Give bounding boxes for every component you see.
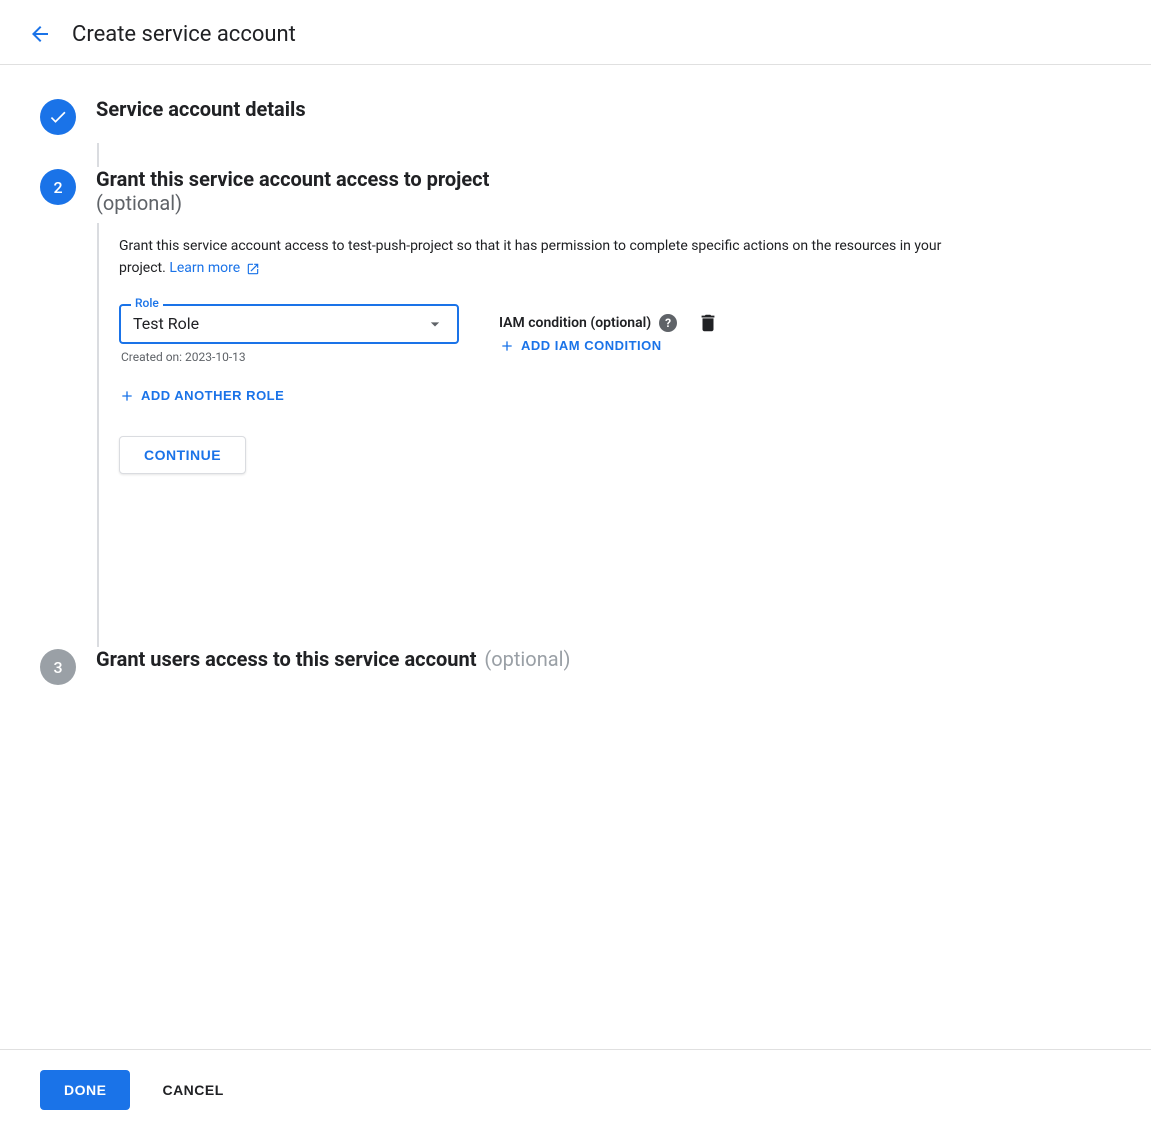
iam-condition-label: IAM condition (optional) bbox=[499, 315, 651, 331]
add-another-role-button[interactable]: ADD ANOTHER ROLE bbox=[119, 388, 284, 404]
cancel-label: CANCEL bbox=[162, 1082, 223, 1098]
step1: Service account details bbox=[40, 97, 1111, 135]
add-iam-condition-button[interactable]: ADD IAM CONDITION bbox=[499, 338, 719, 354]
role-row: Role Test Role Created on: 2023-10-13 IA… bbox=[119, 304, 1111, 364]
add-another-role-label: ADD ANOTHER ROLE bbox=[141, 388, 284, 403]
step3-optional: (optional) bbox=[484, 647, 570, 671]
step1-title: Service account details bbox=[96, 97, 306, 121]
step1-title-container: Service account details bbox=[96, 97, 306, 121]
help-icon[interactable]: ? bbox=[659, 314, 677, 332]
cancel-button[interactable]: CANCEL bbox=[154, 1070, 231, 1110]
continue-button[interactable]: CONTINUE bbox=[119, 436, 246, 474]
step3-number: 3 bbox=[53, 658, 62, 677]
back-button[interactable] bbox=[24, 18, 56, 50]
step2-body: Grant this service account access to tes… bbox=[99, 223, 1111, 623]
role-created-text: Created on: 2023-10-13 bbox=[121, 350, 459, 364]
step2-title-container: Grant this service account access to pro… bbox=[96, 167, 489, 215]
iam-top-row: IAM condition (optional) ? bbox=[499, 312, 719, 334]
step1-icon bbox=[40, 99, 76, 135]
step2-number: 2 bbox=[53, 178, 62, 197]
role-select-wrapper[interactable]: Role Test Role bbox=[119, 304, 459, 344]
learn-more-label: Learn more bbox=[169, 260, 240, 276]
step2-description: Grant this service account access to tes… bbox=[119, 235, 979, 280]
role-field-container: Role Test Role Created on: 2023-10-13 bbox=[119, 304, 459, 364]
connector-2 bbox=[97, 623, 99, 647]
step2-icon: 2 bbox=[40, 169, 76, 205]
step2: 2 Grant this service account access to p… bbox=[40, 167, 1111, 215]
continue-container: CONTINUE bbox=[119, 436, 1111, 474]
step3-title: Grant users access to this service accou… bbox=[96, 647, 476, 671]
step3-title-container: Grant users access to this service accou… bbox=[96, 647, 570, 671]
step2-title: Grant this service account access to pro… bbox=[96, 167, 489, 191]
learn-more-link[interactable]: Learn more bbox=[169, 260, 259, 276]
iam-right-section: IAM condition (optional) ? ADD IAM CONDI… bbox=[499, 312, 719, 354]
connector-1 bbox=[97, 143, 99, 167]
delete-button[interactable] bbox=[697, 312, 719, 334]
page-title: Create service account bbox=[72, 22, 296, 47]
role-value: Test Role bbox=[133, 314, 199, 333]
continue-label: CONTINUE bbox=[144, 447, 221, 463]
step3-icon: 3 bbox=[40, 649, 76, 685]
main-content: Service account details 2 Grant this ser… bbox=[0, 65, 1151, 805]
step2-body-wrapper: Grant this service account access to tes… bbox=[97, 223, 1111, 623]
footer: DONE CANCEL bbox=[0, 1049, 1151, 1130]
add-iam-label: ADD IAM CONDITION bbox=[521, 338, 662, 353]
done-button[interactable]: DONE bbox=[40, 1070, 130, 1110]
step3: 3 Grant users access to this service acc… bbox=[40, 647, 1111, 685]
role-label: Role bbox=[131, 296, 163, 310]
role-select[interactable]: Test Role bbox=[133, 314, 445, 334]
done-label: DONE bbox=[64, 1082, 106, 1098]
page-header: Create service account bbox=[0, 0, 1151, 65]
step2-optional: (optional) bbox=[96, 191, 182, 215]
